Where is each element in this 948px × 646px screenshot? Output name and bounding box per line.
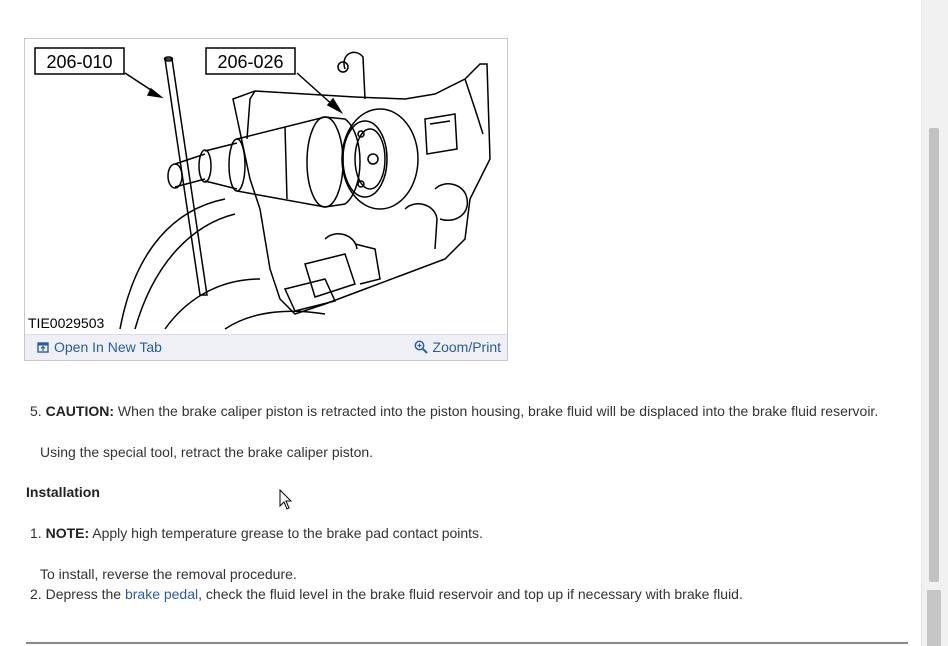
- brake-caliper-illustration: 206-010 206-026: [34, 47, 491, 330]
- brake-pedal-link[interactable]: brake pedal: [125, 586, 198, 602]
- step-2-pre: Depress the: [45, 586, 125, 602]
- installation-heading: Installation: [26, 484, 100, 500]
- callout-206-010: 206-010: [46, 52, 112, 72]
- step-2-post: , check the fluid level in the brake flu…: [198, 586, 743, 602]
- open-in-new-tab-label: Open In New Tab: [54, 339, 162, 355]
- section-divider: [26, 642, 908, 644]
- step-2: 2. Depress the brake pedal, check the fl…: [30, 586, 743, 602]
- figure-container: 206-010 206-026 TIE0029503 Open In New T…: [24, 38, 508, 361]
- figure-image-id: TIE0029503: [28, 315, 105, 331]
- step-number: 1.: [30, 525, 42, 541]
- caution-label: CAUTION:: [45, 403, 115, 419]
- step-5-action: Using the special tool, retract the brak…: [40, 444, 374, 460]
- note-label: NOTE:: [45, 525, 90, 541]
- step-number: 5.: [30, 403, 42, 419]
- step-5-caution: 5. CAUTION: When the brake caliper pisto…: [30, 403, 878, 419]
- mouse-pointer-icon: [279, 489, 293, 510]
- zoom-print-link[interactable]: Zoom/Print: [414, 339, 501, 355]
- open-new-tab-icon: [37, 342, 49, 353]
- zoom-print-label: Zoom/Print: [432, 339, 501, 355]
- step-number: 2.: [30, 586, 42, 602]
- step-1-action: To install, reverse the removal procedur…: [40, 566, 297, 582]
- note-text: Apply high temperature grease to the bra…: [89, 525, 483, 541]
- scrollbar-thumb[interactable]: [927, 590, 941, 646]
- vertical-scrollbar[interactable]: [921, 0, 948, 646]
- callout-206-026: 206-026: [217, 52, 283, 72]
- installation-heading-text: Installation: [26, 484, 100, 500]
- scrollbar-track-thumb[interactable]: [929, 128, 939, 582]
- caution-text: When the brake caliper piston is retract…: [114, 403, 879, 419]
- zoom-icon: [414, 340, 428, 354]
- open-in-new-tab-link[interactable]: Open In New Tab: [37, 339, 162, 355]
- step-1-note: 1. NOTE: Apply high temperature grease t…: [30, 525, 483, 541]
- figure-toolbar: Open In New Tab Zoom/Print: [25, 334, 507, 360]
